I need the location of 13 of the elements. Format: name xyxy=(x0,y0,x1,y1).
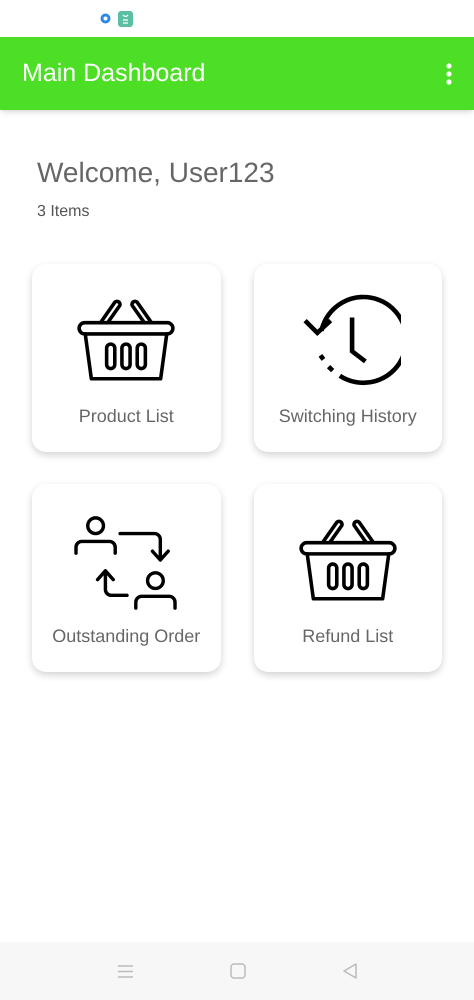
more-options-button[interactable] xyxy=(444,60,454,86)
menu-icon[interactable] xyxy=(116,964,134,978)
notification-dot-icon xyxy=(100,13,111,24)
back-icon[interactable] xyxy=(342,962,358,980)
item-count: 3 Items xyxy=(37,202,90,222)
welcome-heading: Welcome, User123 xyxy=(37,156,276,190)
dashboard-card[interactable]: Refund List xyxy=(254,484,442,672)
home-icon[interactable] xyxy=(230,963,246,979)
dashboard-card[interactable]: Outstanding Order xyxy=(32,484,220,672)
dashboard-card[interactable]: Product List xyxy=(32,264,220,452)
dashboard-card[interactable]: Switching History xyxy=(254,264,442,452)
app-bar-title: Main Dashboard xyxy=(22,58,206,89)
app-notification-icon xyxy=(118,10,133,26)
